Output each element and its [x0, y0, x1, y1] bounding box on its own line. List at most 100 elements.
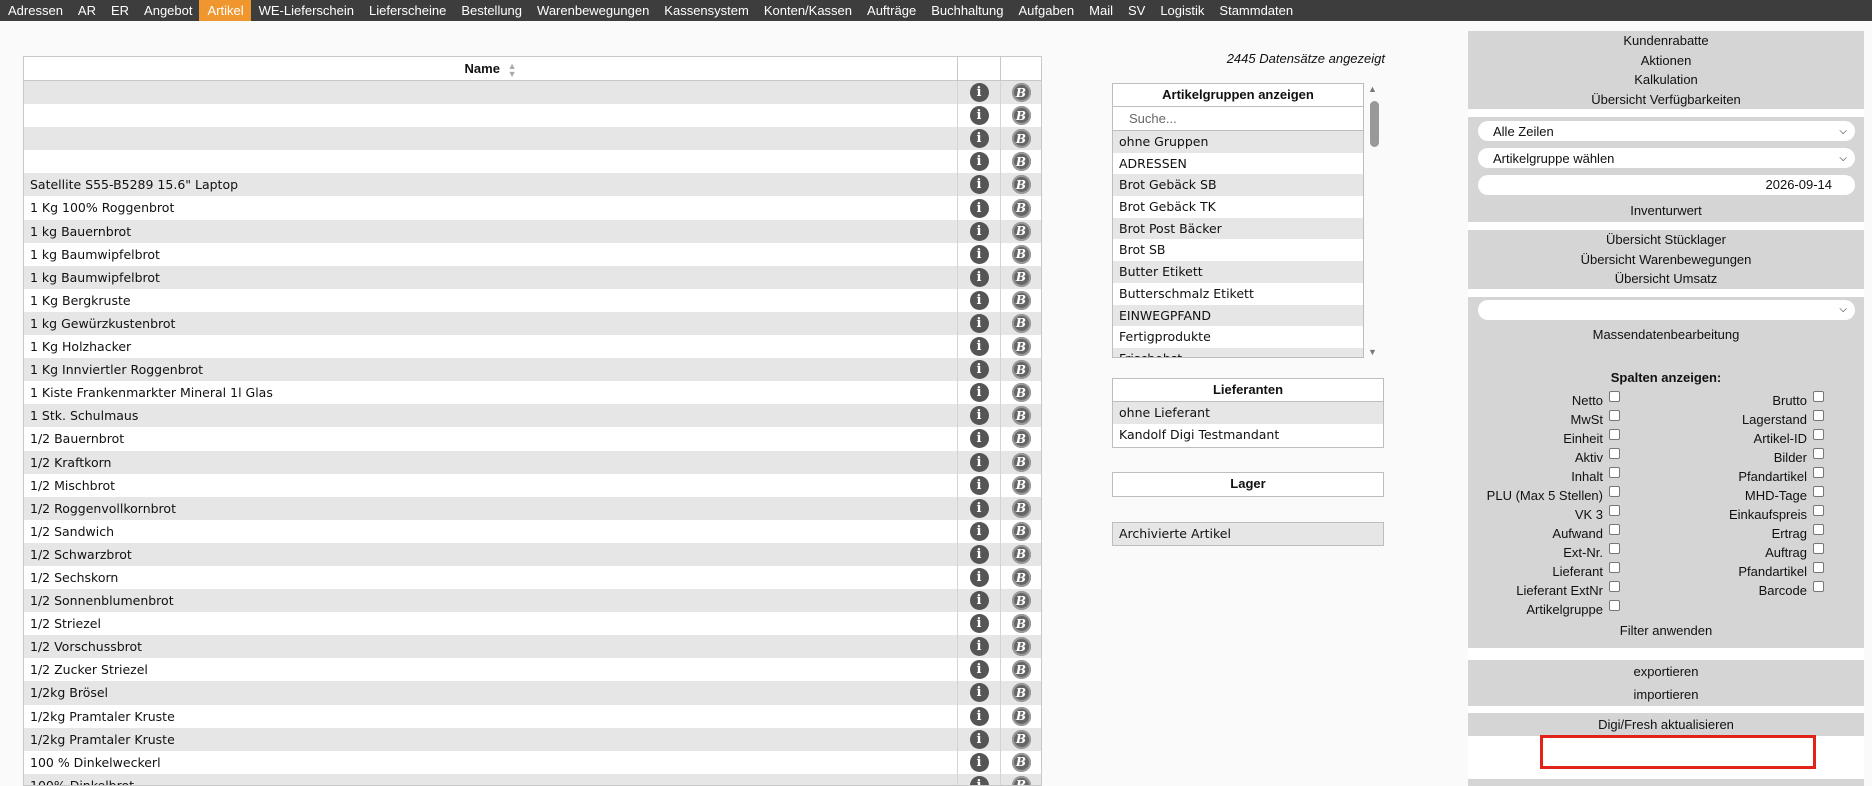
- nav-item-angebot[interactable]: Angebot: [136, 0, 199, 21]
- nav-item-aufgaben[interactable]: Aufgaben: [1010, 0, 1081, 21]
- info-icon[interactable]: i: [969, 383, 989, 403]
- info-icon[interactable]: i: [969, 290, 989, 310]
- column-checkbox[interactable]: [1813, 542, 1824, 554]
- column-checkbox[interactable]: [1813, 523, 1824, 535]
- table-row[interactable]: 1/2 Kraftkorn i B: [24, 450, 1041, 474]
- info-icon[interactable]: i: [969, 313, 989, 333]
- table-row[interactable]: 1 kg Bauernbrot i B: [24, 219, 1041, 243]
- panel-button-übersicht-umsatz[interactable]: Übersicht Umsatz: [1468, 269, 1864, 289]
- column-checkbox[interactable]: [1609, 599, 1620, 611]
- group-select[interactable]: Artikelgruppe wählen ⌵: [1478, 148, 1855, 168]
- column-checkbox[interactable]: [1609, 485, 1620, 497]
- article-name-cell[interactable]: 1/2 Zucker Striezel: [24, 658, 958, 682]
- article-name-cell[interactable]: 1/2 Kraftkorn: [24, 450, 958, 474]
- apply-filter-button[interactable]: Filter anwenden: [1468, 623, 1864, 638]
- info-icon[interactable]: i: [969, 429, 989, 449]
- column-checkbox[interactable]: [1813, 580, 1824, 592]
- b-icon[interactable]: B: [1011, 568, 1031, 588]
- b-icon[interactable]: B: [1011, 406, 1031, 426]
- info-icon[interactable]: i: [969, 498, 989, 518]
- article-name-cell[interactable]: 100 % Dinkelweckerl: [24, 750, 958, 774]
- scroll-thumb[interactable]: [1370, 101, 1379, 147]
- article-name-cell[interactable]: 1/2 Sandwich: [24, 519, 958, 543]
- b-icon[interactable]: B: [1011, 360, 1031, 380]
- table-row[interactable]: 1/2kg Pramtaler Kruste i B: [24, 704, 1041, 728]
- info-icon[interactable]: i: [969, 683, 989, 703]
- column-checkbox[interactable]: [1813, 485, 1824, 497]
- group-list-scrollbar[interactable]: ▲ ▼: [1364, 83, 1382, 358]
- b-icon[interactable]: B: [1011, 290, 1031, 310]
- panel-button-aktionen[interactable]: Aktionen: [1468, 50, 1864, 70]
- table-row[interactable]: 1 Kg Bergkruste i B: [24, 288, 1041, 312]
- group-list-item[interactable]: EINWEGPFAND: [1113, 304, 1363, 327]
- nav-item-ar[interactable]: AR: [70, 0, 103, 21]
- table-row[interactable]: 1/2 Sechskorn i B: [24, 565, 1041, 590]
- nav-item-konten-kassen[interactable]: Konten/Kassen: [756, 0, 859, 21]
- info-icon[interactable]: i: [969, 337, 989, 357]
- article-name-cell[interactable]: 1/2kg Pramtaler Kruste: [24, 704, 958, 728]
- column-checkbox[interactable]: [1609, 447, 1620, 459]
- column-header-name[interactable]: Name ▲ ▼: [24, 57, 958, 80]
- column-checkbox[interactable]: [1813, 466, 1824, 478]
- nav-item-aufträge[interactable]: Aufträge: [859, 0, 923, 21]
- nav-item-stammdaten[interactable]: Stammdaten: [1211, 0, 1300, 21]
- info-icon[interactable]: i: [969, 544, 989, 564]
- table-row[interactable]: 1/2 Schwarzbrot i B: [24, 542, 1041, 566]
- nav-item-lieferscheine[interactable]: Lieferscheine: [361, 0, 453, 21]
- table-row[interactable]: 1/2 Sonnenblumenbrot i B: [24, 589, 1041, 613]
- b-icon[interactable]: B: [1011, 198, 1031, 218]
- b-icon[interactable]: B: [1011, 775, 1031, 785]
- b-icon[interactable]: B: [1011, 429, 1031, 449]
- info-icon[interactable]: i: [969, 637, 989, 657]
- column-checkbox[interactable]: [1609, 390, 1620, 402]
- column-checkbox[interactable]: [1813, 390, 1824, 402]
- column-checkbox[interactable]: [1813, 504, 1824, 516]
- info-icon[interactable]: i: [969, 175, 989, 195]
- b-icon[interactable]: B: [1011, 221, 1031, 241]
- b-icon[interactable]: B: [1011, 614, 1031, 634]
- scroll-up-icon[interactable]: ▲: [1368, 84, 1377, 94]
- table-row[interactable]: 1/2kg Brösel i B: [24, 681, 1041, 705]
- table-row[interactable]: 1/2 Mischbrot i B: [24, 473, 1041, 497]
- storage-panel[interactable]: Lager: [1112, 472, 1384, 497]
- sort-icon[interactable]: ▲ ▼: [508, 61, 517, 78]
- column-checkbox[interactable]: [1609, 542, 1620, 554]
- article-name-cell[interactable]: Satellite S55-B5289 15.6" Laptop: [24, 173, 958, 197]
- nav-item-adressen[interactable]: Adressen: [0, 0, 70, 21]
- table-row[interactable]: 1 kg Baumwipfelbrot i B: [24, 242, 1041, 266]
- info-icon[interactable]: i: [969, 152, 989, 172]
- b-icon[interactable]: B: [1011, 337, 1031, 357]
- mass-edit-button[interactable]: Massendatenbearbeitung: [1468, 322, 1864, 346]
- suppliers-title[interactable]: Lieferanten: [1113, 379, 1383, 402]
- storage-title[interactable]: Lager: [1113, 473, 1383, 496]
- article-name-cell[interactable]: 1 Kg 100% Roggenbrot: [24, 196, 958, 220]
- article-name-cell[interactable]: [24, 127, 958, 151]
- export-button[interactable]: exportieren: [1468, 659, 1864, 683]
- article-name-cell[interactable]: 1 kg Gewürzkustenbrot: [24, 311, 958, 336]
- b-icon[interactable]: B: [1011, 83, 1031, 103]
- nav-item-mail[interactable]: Mail: [1081, 0, 1120, 21]
- b-icon[interactable]: B: [1011, 660, 1031, 680]
- info-icon[interactable]: i: [969, 360, 989, 380]
- table-row[interactable]: 1/2 Sandwich i B: [24, 519, 1041, 543]
- group-list-item[interactable]: Fertigprodukte: [1113, 326, 1363, 348]
- panel-button-kalkulation[interactable]: Kalkulation: [1468, 70, 1864, 90]
- column-checkbox[interactable]: [1813, 428, 1824, 440]
- b-icon[interactable]: B: [1011, 244, 1031, 264]
- article-name-cell[interactable]: 100% Dinkelbrot: [24, 773, 958, 785]
- b-icon[interactable]: B: [1011, 498, 1031, 518]
- article-name-cell[interactable]: 1/2 Sonnenblumenbrot: [24, 589, 958, 613]
- column-checkbox[interactable]: [1609, 561, 1620, 573]
- info-icon[interactable]: i: [969, 406, 989, 426]
- article-name-cell[interactable]: [24, 150, 958, 174]
- group-list-item[interactable]: Butterschmalz Etikett: [1113, 282, 1363, 305]
- article-name-cell[interactable]: 1 Kg Holzhacker: [24, 335, 958, 359]
- column-checkbox[interactable]: [1609, 523, 1620, 535]
- nav-item-warenbewegungen[interactable]: Warenbewegungen: [529, 0, 656, 21]
- nav-item-logistik[interactable]: Logistik: [1152, 0, 1211, 21]
- column-checkbox[interactable]: [1813, 409, 1824, 421]
- panel-button-übersicht-verfügbarkeiten[interactable]: Übersicht Verfügbarkeiten: [1468, 89, 1864, 109]
- b-icon[interactable]: B: [1011, 106, 1031, 126]
- group-search-input[interactable]: [1113, 107, 1363, 131]
- article-name-cell[interactable]: 1 Kiste Frankenmarkter Mineral 1l Glas: [24, 381, 958, 405]
